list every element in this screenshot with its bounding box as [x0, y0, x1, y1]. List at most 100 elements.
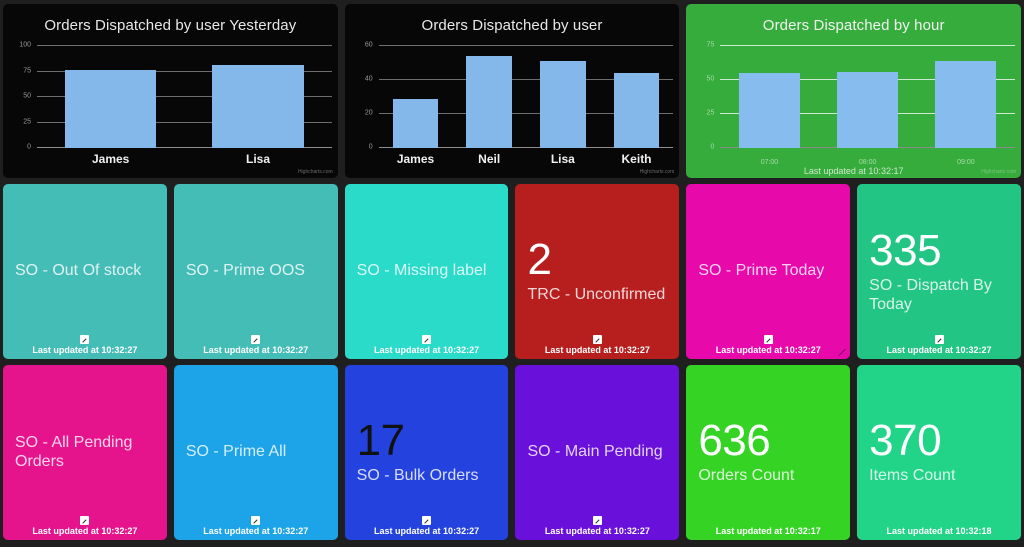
chart-bar[interactable]	[739, 73, 800, 148]
chart-bar[interactable]	[837, 71, 899, 148]
edit-icon[interactable]	[934, 335, 944, 344]
metric-label: SO - Missing label	[356, 262, 487, 280]
tiles-row-1: SO - Out Of stock Last updated at 10:32:2…	[3, 184, 1021, 359]
chart-y-tick-label: 50	[706, 75, 715, 83]
chart-bar[interactable]	[935, 60, 997, 148]
chart-bar-slot	[37, 46, 184, 148]
chart-plot-area: 0 25 50 75	[707, 42, 1016, 151]
last-updated-text: Last updated at 10:32:27	[203, 526, 309, 536]
metric-tile[interactable]: SO - Main Pending Last updated at 10:32:2…	[515, 365, 680, 540]
metric-tile[interactable]: 17 SO - Bulk Orders Last updated at 10:32:…	[344, 365, 509, 540]
metric-tile[interactable]: SO - Prime OOS Last updated at 10:32:27	[173, 184, 338, 359]
last-updated-text: Last updated at 10:32:18	[886, 526, 992, 536]
last-updated-text: Last updated at 10:32:27	[203, 345, 309, 355]
highcharts-credits[interactable]: Highcharts.com	[981, 169, 1016, 175]
chart-bar-slot	[452, 46, 526, 148]
chart-x-tick-label: Neil	[478, 152, 501, 166]
metric-tile[interactable]: SO - Out Of stock Last updated at 10:32:2…	[3, 184, 167, 359]
edit-icon[interactable]	[80, 335, 90, 344]
last-updated-text: Last updated at 10:32:27	[374, 526, 480, 536]
chart-x-tick-label: Keith	[621, 152, 652, 166]
chart-y-tick-label: 0	[368, 143, 373, 151]
metric-tile[interactable]: 335 SO - Dispatch By Today Last updated at…	[857, 184, 1021, 359]
edit-icon[interactable]	[422, 516, 432, 525]
metric-label: SO - Bulk Orders	[356, 467, 479, 485]
last-updated-text: Last updated at 10:32:27	[715, 345, 821, 355]
tile-footer: Last updated at 10:32:27	[857, 335, 1021, 355]
chart-bars	[720, 46, 1015, 148]
tile-footer: Last updated at 10:32:17	[686, 526, 850, 536]
chart-widget[interactable]: Orders Dispatched by hour 0 25 50 75 07:00 08:…	[686, 4, 1022, 178]
chart-y-tick-label: 60	[364, 41, 373, 49]
chart-title: Orders Dispatched by hour	[762, 17, 945, 34]
metric-tile[interactable]: SO - Prime Today Last updated at 10:32:27	[686, 184, 851, 359]
chart-x-tick-label: 08:00	[858, 159, 877, 166]
chart-plot-area: 0 25 50 75 100	[19, 42, 332, 151]
tile-footer: Last updated at 10:32:27	[3, 335, 167, 355]
chart-bar[interactable]	[466, 56, 513, 148]
edit-icon[interactable]	[592, 335, 602, 344]
chart-bar-slot	[184, 46, 331, 148]
edit-icon[interactable]	[422, 335, 432, 344]
chart-x-tick-label: James	[91, 152, 130, 166]
chart-plot-area: 0 20 40 60	[365, 42, 674, 151]
chart-last-updated: Last updated at 10:32:17	[803, 166, 904, 176]
metric-tile[interactable]: SO - All Pending Orders Last updated at 1…	[3, 365, 167, 540]
edit-icon[interactable]	[763, 335, 773, 344]
highcharts-credits[interactable]: Highcharts.com	[640, 169, 675, 175]
chart-bar-slot	[600, 46, 674, 148]
chart-bar-slot	[819, 46, 917, 148]
highcharts-credits[interactable]: Highcharts.com	[298, 169, 333, 175]
chart-y-tick-label: 25	[23, 118, 31, 125]
metric-tile[interactable]: 370 Items Count Last updated at 10:32:18	[857, 365, 1021, 540]
metric-value: 335	[869, 225, 942, 275]
chart-bar-slot	[526, 46, 600, 148]
edit-icon[interactable]	[251, 335, 261, 344]
tile-footer: Last updated at 10:32:27	[345, 335, 509, 355]
metric-tile[interactable]: 636 Orders Count Last updated at 10:32:17	[686, 365, 851, 540]
metric-label: SO - Out Of stock	[15, 262, 142, 280]
tiles-row-2: SO - All Pending Orders Last updated at 1…	[3, 365, 1021, 540]
resize-handle[interactable]	[837, 346, 848, 357]
chart-bars	[379, 46, 674, 148]
chart-bars	[37, 46, 332, 148]
chart-x-tick-label: Lisa	[550, 152, 575, 166]
chart-bar[interactable]	[540, 61, 586, 148]
metric-value: 636	[698, 416, 771, 466]
chart-y-tick-label: 25	[706, 109, 715, 117]
last-updated-text: Last updated at 10:32:27	[32, 526, 138, 536]
chart-bar-slot	[720, 46, 818, 148]
chart-x-tick-label: 07:00	[760, 159, 779, 166]
metric-tile[interactable]: SO - Missing label Last updated at 10:32:…	[344, 184, 509, 359]
tile-footer: Last updated at 10:32:27	[174, 335, 338, 355]
metric-tile[interactable]: SO - Prime All Last updated at 10:32:27	[173, 365, 338, 540]
metric-label: Orders Count	[698, 467, 795, 485]
chart-y-tick-label: 50	[23, 92, 31, 100]
chart-bar[interactable]	[65, 70, 157, 148]
last-updated-text: Last updated at 10:32:27	[32, 345, 138, 355]
edit-icon[interactable]	[592, 516, 602, 525]
last-updated-text: Last updated at 10:32:27	[374, 345, 480, 355]
chart-widget[interactable]: Orders Dispatched by user Yesterday 0 25 50…	[3, 4, 338, 178]
last-updated-text: Last updated at 10:32:27	[544, 526, 650, 536]
chart-x-tick-label: 09:00	[957, 159, 975, 166]
chart-bar[interactable]	[392, 98, 439, 148]
chart-y-tick-label: 0	[710, 143, 715, 151]
tile-footer: Last updated at 10:32:27	[3, 516, 167, 536]
chart-bar[interactable]	[613, 73, 660, 148]
metric-label: SO - Prime OOS	[185, 262, 305, 280]
charts-row: Orders Dispatched by user Yesterday 0 25 50…	[3, 4, 1022, 178]
last-updated-text: Last updated at 10:32:27	[544, 345, 650, 355]
chart-bar-slot	[379, 46, 453, 148]
chart-y-tick-label: 40	[364, 75, 373, 83]
metric-value: 370	[869, 416, 942, 466]
chart-widget[interactable]: Orders Dispatched by user 0 20 40 60 James Nei…	[344, 4, 680, 178]
tile-footer: Last updated at 10:32:27	[515, 335, 679, 355]
tile-footer: Last updated at 10:32:27	[686, 335, 850, 355]
metric-tile[interactable]: 2 TRC - Unconfirmed Last updated at 10:32:…	[515, 184, 680, 359]
edit-icon[interactable]	[251, 516, 261, 525]
metric-value: 17	[356, 416, 405, 466]
edit-icon[interactable]	[80, 516, 90, 525]
chart-bar-slot	[917, 46, 1015, 148]
chart-bar[interactable]	[212, 65, 304, 148]
